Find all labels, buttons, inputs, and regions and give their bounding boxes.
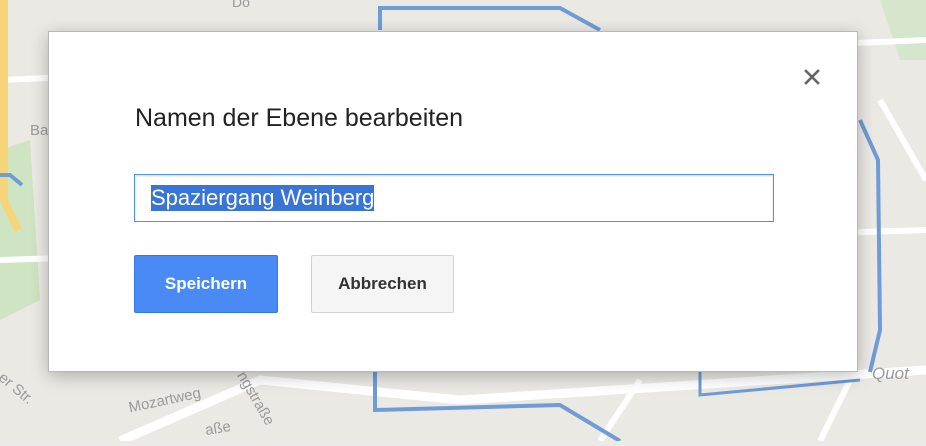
close-button[interactable]: [801, 66, 823, 88]
edit-layer-name-dialog: Namen der Ebene bearbeiten Speichern Abb…: [48, 31, 858, 372]
map-label: Do: [232, 0, 250, 10]
save-button[interactable]: Speichern: [134, 255, 278, 313]
cancel-button[interactable]: Abbrechen: [311, 255, 454, 313]
map-label: Ba: [30, 122, 49, 139]
close-icon: [804, 69, 820, 85]
dialog-title: Namen der Ebene bearbeiten: [135, 104, 464, 132]
layer-name-input[interactable]: [134, 174, 774, 222]
map-label: Quot: [872, 364, 909, 383]
